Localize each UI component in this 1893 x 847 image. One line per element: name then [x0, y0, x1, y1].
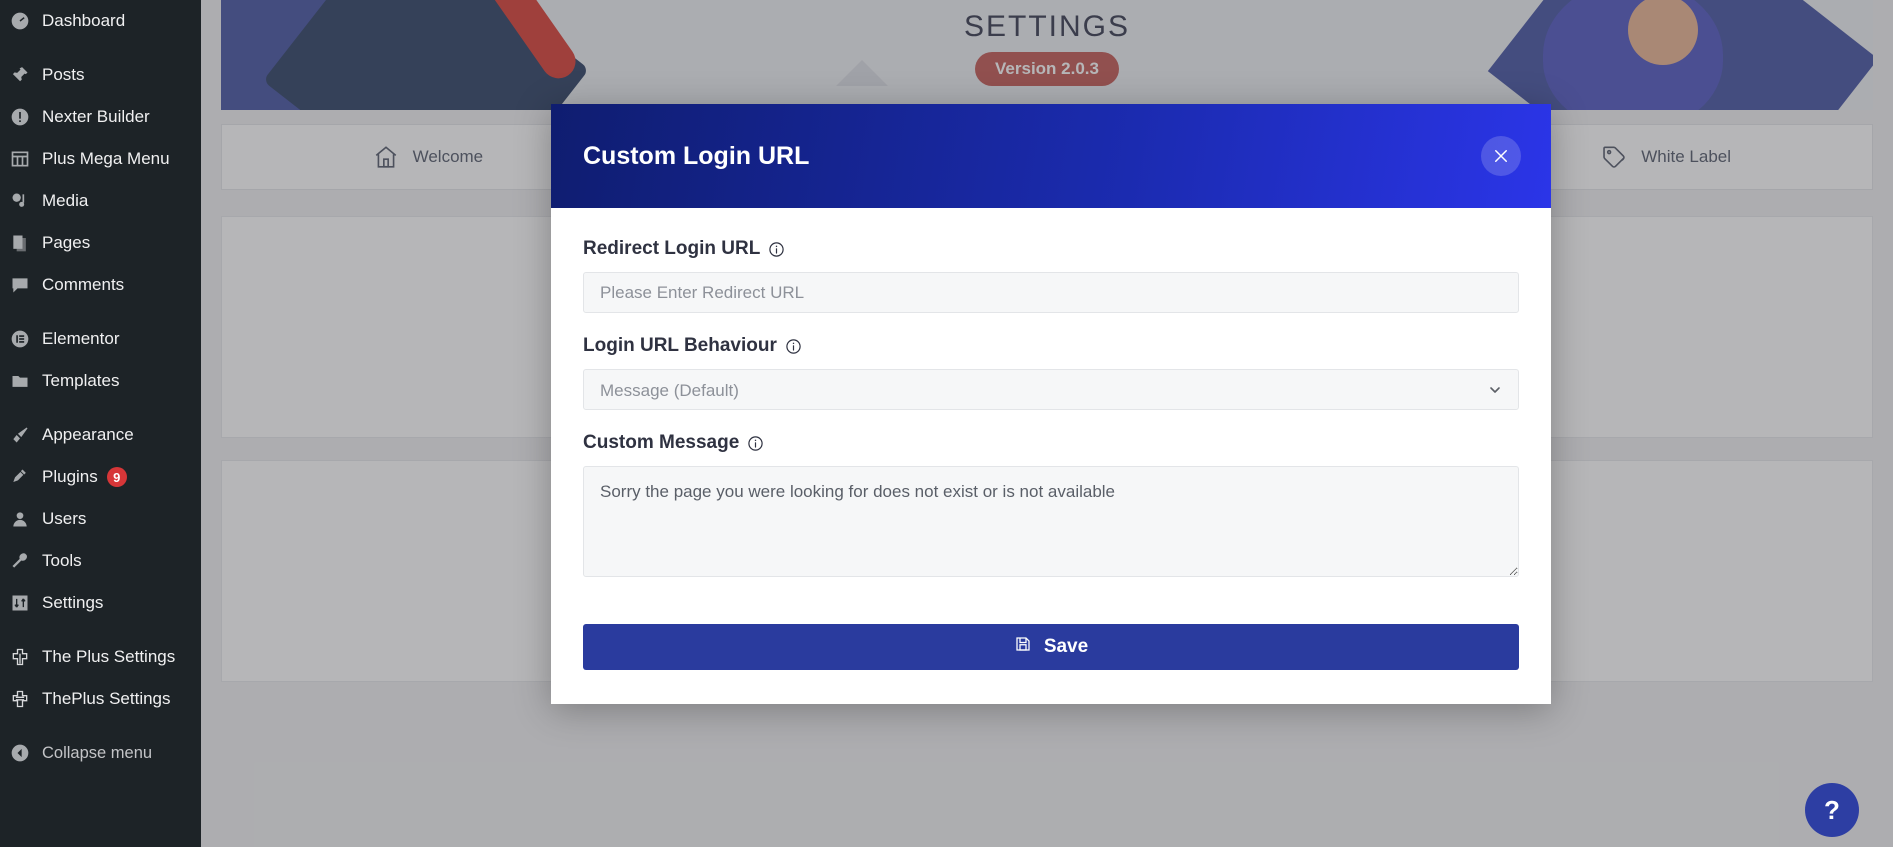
modal-title: Custom Login URL [583, 141, 810, 170]
comment-icon [10, 274, 42, 296]
sidebar-divider [0, 720, 201, 732]
sidebar-item-posts[interactable]: Posts [0, 54, 201, 96]
plus-addons-icon [10, 646, 42, 668]
folder-icon [10, 370, 42, 392]
sidebar-item-label: Appearance [42, 425, 134, 444]
admin-sidebar: Dashboard Posts Nexter Builder Plus Mega… [0, 0, 201, 847]
plugins-update-badge: 9 [106, 467, 127, 487]
media-icon [10, 190, 42, 212]
sidebar-item-label: Users [42, 509, 87, 528]
chevron-left-circle-icon [10, 742, 42, 764]
sidebar-item-label: Posts [42, 65, 85, 84]
sidebar-divider [0, 402, 201, 414]
custom-login-url-modal: Custom Login URL Redirect Login URL Plea… [551, 104, 1551, 704]
info-icon[interactable] [747, 435, 764, 452]
redirect-url-input[interactable] [583, 272, 1519, 313]
info-icon[interactable] [768, 241, 785, 258]
sidebar-item-media[interactable]: Media [0, 180, 201, 222]
pages-icon [10, 232, 42, 254]
sidebar-item-label: Plugins [42, 467, 98, 486]
sidebar-item-comments[interactable]: Comments [0, 264, 201, 306]
sidebar-item-pages[interactable]: Pages [0, 222, 201, 264]
sidebar-item-label: Plus Mega Menu [42, 149, 170, 168]
sidebar-item-dashboard[interactable]: Dashboard [0, 0, 201, 42]
grid-table-icon [10, 148, 42, 170]
sidebar-item-templates[interactable]: Templates [0, 360, 201, 402]
login-url-behaviour-label: Login URL Behaviour [583, 335, 777, 356]
sidebar-divider [0, 42, 201, 54]
sidebar-divider [0, 306, 201, 318]
sidebar-item-plus-mega-menu[interactable]: Plus Mega Menu [0, 138, 201, 180]
save-button-label: Save [1043, 636, 1089, 657]
user-icon [10, 508, 42, 530]
admin-screen: SETTINGS Version 2.0.3 Welcome White Lab… [0, 0, 1893, 847]
sidebar-item-users[interactable]: Users [0, 498, 201, 540]
modal-header: Custom Login URL [551, 104, 1551, 208]
wrench-icon [10, 550, 42, 572]
sidebar-item-label: Templates [42, 371, 120, 390]
elementor-icon [10, 328, 42, 350]
floppy-disk-icon [1014, 635, 1032, 659]
sidebar-item-label: Media [42, 191, 89, 210]
field-label-row: Redirect Login URL [583, 238, 1519, 260]
sidebar-item-label: Comments [42, 275, 125, 294]
sidebar-item-tools[interactable]: Tools [0, 540, 201, 582]
field-label-row: Custom Message [583, 432, 1519, 454]
field-redirect-login-url: Redirect Login URL [583, 238, 1519, 313]
sidebar-item-elementor[interactable]: Elementor [0, 318, 201, 360]
dashboard-icon [10, 10, 42, 32]
sliders-icon [10, 592, 42, 614]
sidebar-item-nexter-builder[interactable]: Nexter Builder [0, 96, 201, 138]
sidebar-item-appearance[interactable]: Appearance [0, 414, 201, 456]
pin-icon [10, 64, 42, 86]
sidebar-divider [0, 624, 201, 636]
sidebar-item-label: Tools [42, 551, 82, 570]
sidebar-item-label: The Plus Settings [42, 647, 176, 666]
field-label-row: Login URL Behaviour [583, 335, 1519, 357]
sidebar-item-label: ThePlus Settings [42, 689, 171, 708]
modal-footer: Save [551, 612, 1551, 704]
custom-message-textarea[interactable] [583, 466, 1519, 577]
plug-icon [10, 466, 42, 488]
info-icon[interactable] [785, 338, 802, 355]
redirect-login-url-label: Redirect Login URL [583, 238, 761, 259]
paintbrush-icon [10, 424, 42, 446]
sidebar-item-label: Nexter Builder [42, 107, 150, 126]
behaviour-select-wrapper: Message (Default) [583, 369, 1519, 410]
exclamation-circle-icon [10, 106, 42, 128]
sidebar-item-label: Pages [42, 233, 91, 252]
custom-message-label: Custom Message [583, 432, 740, 453]
field-custom-message: Custom Message [583, 432, 1519, 582]
sidebar-item-theplus-settings[interactable]: ThePlus Settings [0, 678, 201, 720]
login-url-behaviour-select[interactable]: Message (Default) [583, 369, 1519, 410]
sidebar-item-the-plus-settings[interactable]: The Plus Settings [0, 636, 201, 678]
sidebar-item-label: Dashboard [42, 11, 126, 30]
close-icon[interactable] [1481, 136, 1521, 176]
sidebar-item-plugins[interactable]: Plugins 9 [0, 456, 201, 498]
sidebar-item-label: Settings [42, 593, 104, 612]
save-button[interactable]: Save [583, 624, 1519, 670]
sidebar-item-settings[interactable]: Settings [0, 582, 201, 624]
help-button[interactable]: ? [1805, 783, 1859, 837]
sidebar-collapse-label: Collapse menu [42, 743, 153, 762]
plus-addons-icon [10, 688, 42, 710]
modal-body: Redirect Login URL Login URL Behaviour [551, 208, 1551, 612]
sidebar-item-label: Elementor [42, 329, 120, 348]
field-login-url-behaviour: Login URL Behaviour Message (Default) [583, 335, 1519, 410]
sidebar-collapse-menu[interactable]: Collapse menu [0, 732, 201, 774]
